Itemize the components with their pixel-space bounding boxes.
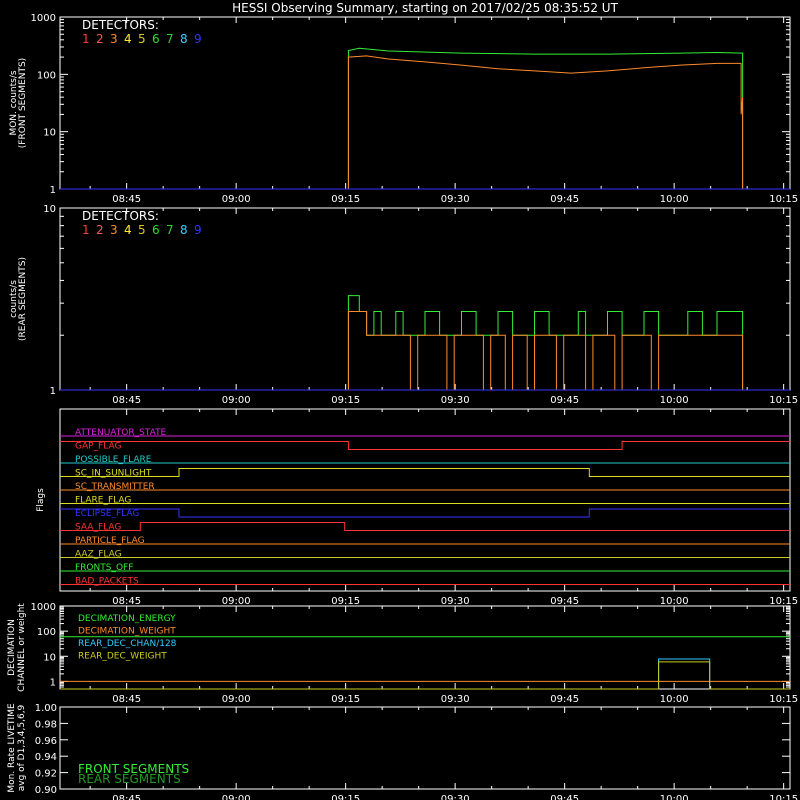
y-tick-label: 1 [50, 677, 56, 688]
x-tick-label: 09:15 [331, 596, 360, 607]
x-tick-label: 10:00 [660, 596, 689, 607]
y-tick-label: 0.92 [35, 769, 57, 780]
x-tick-label: 09:30 [441, 794, 470, 800]
flag-row-line [60, 468, 790, 477]
y-tick-label: 10 [43, 128, 56, 139]
decimation-series-line [60, 658, 790, 690]
y-axis-label: Flags [36, 488, 46, 512]
detector-legend-item: 8 [180, 223, 188, 237]
detector-legend-item: 7 [166, 223, 174, 237]
x-tick-label: 09:30 [441, 395, 470, 406]
detector-legend-item: 2 [96, 223, 104, 237]
x-tick-label: 08:45 [112, 194, 141, 205]
y-tick-label: 1000 [31, 13, 56, 24]
flag-row-line [60, 441, 790, 450]
x-tick-label: 08:45 [112, 395, 141, 406]
x-tick-label: 10:00 [660, 395, 689, 406]
decimation-legend-item: DECIMATION_WEIGHT [78, 627, 176, 637]
y-tick-label: 10 [43, 652, 56, 663]
detector-legend-item: 8 [180, 32, 188, 46]
y-tick-label: 0.98 [35, 719, 57, 730]
detector-legend-item: 9 [194, 32, 202, 46]
detector-legend-item: 1 [82, 32, 90, 46]
detector-legend-header: DETECTORS: [82, 18, 159, 32]
decimation-legend-item: DECIMATION_ENERGY [78, 614, 176, 624]
x-tick-label: 10:15 [769, 395, 798, 406]
detector-legend-item: 9 [194, 223, 202, 237]
x-tick-label: 09:30 [441, 596, 470, 607]
y-tick-label: 1000 [31, 602, 56, 613]
front-series-line [60, 47, 790, 190]
detector-legend-item: 4 [124, 223, 132, 237]
decimation-series-line [60, 661, 790, 690]
y-tick-label: 0.96 [35, 736, 57, 747]
x-tick-label: 09:00 [222, 596, 251, 607]
detector-legend-item: 5 [138, 223, 146, 237]
detector-legend-item: 2 [96, 32, 104, 46]
x-tick-label: 09:15 [331, 194, 360, 205]
y-tick-label: 1 [50, 185, 56, 196]
rear-series-line [60, 295, 790, 391]
hessi-summary-figure: HESSI Observing Summary, starting on 201… [7, 1, 798, 800]
x-tick-label: 10:00 [660, 794, 689, 800]
chart-layer: 08:45 09:00 09:15 09:30 09:45 10:00 10:1511010… [7, 13, 798, 800]
flag-row-label: ECLIPSE_FLAG [75, 509, 139, 519]
detector-legend-item: 5 [138, 32, 146, 46]
flag-row-line [60, 522, 790, 531]
x-tick-label: 09:45 [550, 395, 579, 406]
x-tick-label: 09:00 [222, 194, 251, 205]
y-tick-label: 0.90 [35, 785, 57, 796]
x-tick-label: 08:45 [112, 794, 141, 800]
y-axis-label: avg of D1,3,4,5,6,9 [17, 704, 27, 791]
detector-legend-item: 6 [152, 32, 160, 46]
flag-row-label: GAP_FLAG [75, 442, 121, 452]
x-tick-label: 08:45 [112, 694, 141, 705]
x-tick-label: 09:00 [222, 395, 251, 406]
rear-series-line [347, 311, 744, 391]
detector-legend-item: 6 [152, 223, 160, 237]
detector-legend-item: 3 [110, 223, 118, 237]
x-tick-label: 09:45 [550, 794, 579, 800]
decimation-legend-item: REAR_DEC_CHAN/128 [78, 639, 177, 649]
x-tick-label: 10:15 [769, 694, 798, 705]
y-axis-label: CHANNEL or weight [17, 603, 27, 692]
y-axis-label: (FRONT SEGMENTS) [18, 58, 28, 148]
x-tick-label: 09:15 [331, 395, 360, 406]
y-tick-label: 100 [37, 627, 56, 638]
detector-legend-item: 4 [124, 32, 132, 46]
detector-legend-header: DETECTORS: [82, 209, 159, 223]
detector-legend-item: 1 [82, 223, 90, 237]
x-tick-label: 09:00 [222, 794, 251, 800]
x-tick-label: 10:00 [660, 194, 689, 205]
flag-row-line [60, 508, 790, 518]
y-tick-label: 1.00 [35, 703, 57, 714]
y-axis-label: DECIMATION [7, 619, 17, 676]
y-axis-label: Mon. Rate LIVETIME [7, 703, 17, 793]
decimation-legend-item: REAR_DEC_WEIGHT [78, 652, 167, 662]
y-tick-label: 0.94 [35, 752, 57, 763]
y-tick-label: 100 [37, 70, 56, 81]
x-tick-label: 10:15 [769, 194, 798, 205]
front-series-line [347, 55, 744, 189]
x-tick-label: 09:30 [441, 694, 470, 705]
x-tick-label: 10:15 [769, 794, 798, 800]
detector-legend-item: 3 [110, 32, 118, 46]
x-tick-label: 09:45 [550, 694, 579, 705]
x-tick-label: 09:00 [222, 694, 251, 705]
y-tick-label: 10 [43, 204, 56, 215]
y-axis-label: (REAR SEGMENTS) [18, 257, 28, 341]
detector-legend-item: 7 [166, 32, 174, 46]
x-tick-label: 09:15 [331, 694, 360, 705]
livetime-legend-item: REAR SEGMENTS [78, 772, 181, 786]
x-tick-label: 10:15 [769, 596, 798, 607]
x-tick-label: 10:00 [660, 694, 689, 705]
x-tick-label: 09:15 [331, 794, 360, 800]
x-tick-label: 08:45 [112, 596, 141, 607]
x-tick-label: 09:45 [550, 194, 579, 205]
figure-title: HESSI Observing Summary, starting on 201… [232, 1, 618, 15]
x-tick-label: 09:30 [441, 194, 470, 205]
y-tick-label: 1 [50, 386, 56, 397]
x-tick-label: 09:45 [550, 596, 579, 607]
